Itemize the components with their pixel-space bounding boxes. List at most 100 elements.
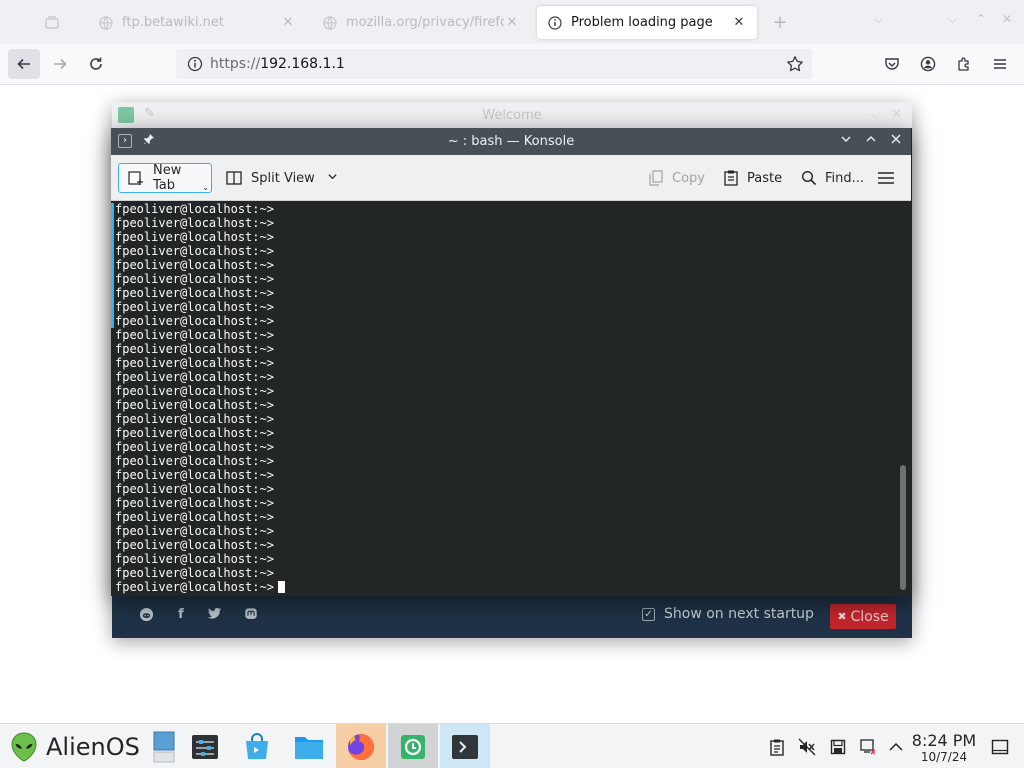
firefox-taskbar-item[interactable]	[336, 724, 386, 768]
list-all-tabs-icon[interactable]: ⌵	[874, 12, 883, 27]
terminal-prompt-line: fpeoliver@localhost:~>	[115, 510, 285, 524]
search-icon	[801, 170, 817, 186]
prompt-text: fpeoliver@localhost:~>	[115, 356, 274, 370]
new-tab-button[interactable]: +	[768, 6, 792, 39]
clock[interactable]: 8:24 PM 10/7/24	[908, 732, 980, 765]
welcome-titlebar[interactable]: ✎ Welcome ⌵ ✕	[112, 102, 912, 128]
welcome-title: Welcome	[482, 107, 542, 123]
close-tab-icon[interactable]: ✕	[504, 15, 520, 30]
konsole-titlebar[interactable]: › ~ : bash — Konsole	[111, 128, 911, 155]
app-menu-button[interactable]	[984, 49, 1016, 79]
close-window-icon[interactable]: ✕	[1002, 12, 1012, 26]
terminal-prompt-line: fpeoliver@localhost:~>	[115, 482, 285, 496]
terminal-prompt-line: fpeoliver@localhost:~>	[115, 552, 285, 566]
network-disconnected-icon[interactable]	[858, 737, 878, 757]
desktop-pager[interactable]	[148, 724, 180, 768]
terminal-prompt-line: fpeoliver@localhost:~>	[115, 300, 285, 314]
terminal-prompt-line: fpeoliver@localhost:~>	[115, 426, 285, 440]
reddit-icon[interactable]	[137, 607, 155, 626]
close-icon[interactable]: ✕	[891, 107, 902, 122]
konsole-taskbar-item[interactable]	[440, 724, 490, 768]
storage-icon[interactable]	[828, 737, 848, 757]
terminal-prompt-line: fpeoliver@localhost:~>	[115, 538, 285, 552]
prompt-text: fpeoliver@localhost:~>	[115, 538, 274, 552]
firefox-view-icon	[45, 15, 59, 29]
welcome-close-button[interactable]: ✖ Close	[830, 604, 896, 629]
welcome-app-icon	[401, 734, 425, 759]
new-tab-label: New Tab	[153, 163, 182, 193]
hamburger-menu-button[interactable]	[871, 163, 901, 193]
taskbar: AlienOS 8:24 PM 10/7/24	[0, 723, 1024, 768]
close-tab-icon[interactable]: ✕	[731, 15, 747, 30]
scrollback-marker	[111, 203, 114, 328]
maximize-icon[interactable]: ⌃	[976, 12, 986, 26]
browser-tab-strip: ftp.betawiki.net ✕ mozilla.org/privacy/f…	[0, 0, 1024, 44]
prompt-text: fpeoliver@localhost:~>	[115, 426, 274, 440]
application-launcher[interactable]: AlienOS	[10, 730, 140, 764]
file-manager-launcher[interactable]	[284, 724, 334, 768]
discover-launcher[interactable]	[232, 724, 282, 768]
maximize-icon[interactable]	[862, 133, 880, 151]
terminal-prompt-line: fpeoliver@localhost:~>	[115, 202, 285, 216]
copy-button[interactable]: Copy	[640, 163, 713, 193]
close-x-icon: ✖	[837, 610, 847, 623]
reload-button[interactable]	[80, 49, 112, 79]
bookmark-star-icon[interactable]	[786, 55, 804, 77]
show-on-startup-checkbox[interactable]: ✓ Show on next startup	[642, 606, 814, 622]
find-button[interactable]: Find...	[793, 163, 872, 193]
prompt-text: fpeoliver@localhost:~>	[115, 412, 274, 426]
checkbox-icon: ✓	[642, 607, 655, 621]
twitter-icon[interactable]	[206, 607, 224, 624]
info-icon	[547, 15, 563, 31]
mastodon-icon[interactable]	[242, 607, 260, 625]
minimize-icon[interactable]: ⌵	[948, 12, 957, 27]
globe-icon	[322, 15, 338, 31]
welcome-taskbar-item[interactable]	[388, 724, 438, 768]
paste-button[interactable]: Paste	[715, 163, 790, 193]
terminal-prompt-line: fpeoliver@localhost:~>	[115, 272, 285, 286]
tab-ftp-betawiki[interactable]: ftp.betawiki.net ✕	[88, 6, 306, 39]
url-bar[interactable]: https://192.168.1.1	[176, 49, 812, 79]
prompt-text: fpeoliver@localhost:~>	[115, 580, 274, 594]
terminal-area[interactable]: fpeoliver@localhost:~> fpeoliver@localhos…	[111, 201, 911, 596]
prompt-text: fpeoliver@localhost:~>	[115, 454, 274, 468]
terminal-prompt-line: fpeoliver@localhost:~>	[115, 258, 285, 272]
pocket-button[interactable]	[876, 49, 908, 79]
system-settings-launcher[interactable]	[180, 724, 230, 768]
tab-problem-loading[interactable]: Problem loading page ✕	[537, 6, 757, 39]
close-tab-icon[interactable]: ✕	[280, 15, 296, 30]
back-button[interactable]	[8, 49, 40, 79]
menu-icon	[994, 59, 1006, 69]
new-tab-button[interactable]: New Tab ⌄	[118, 163, 212, 193]
konsole-title: ~ : bash — Konsole	[447, 134, 575, 149]
tray-expand-icon[interactable]	[886, 737, 906, 757]
tab-label: mozilla.org/privacy/firefox	[346, 15, 504, 30]
terminal-prompt-line: fpeoliver@localhost:~>	[115, 412, 285, 426]
terminal-prompt-line: fpeoliver@localhost:~>	[115, 314, 285, 328]
prompt-text: fpeoliver@localhost:~>	[115, 202, 274, 216]
volume-muted-icon[interactable]	[797, 737, 817, 757]
paste-label: Paste	[747, 170, 783, 186]
minimize-icon[interactable]: ⌵	[870, 107, 880, 122]
menu-icon	[878, 172, 894, 184]
close-icon[interactable]	[887, 133, 905, 151]
show-desktop-icon[interactable]	[990, 737, 1010, 757]
minimize-icon[interactable]	[837, 133, 855, 151]
facebook-icon[interactable]: f	[172, 607, 190, 622]
clipboard-icon[interactable]	[767, 737, 787, 757]
prompt-text: fpeoliver@localhost:~>	[115, 552, 274, 566]
terminal-prompt-line: fpeoliver@localhost:~>	[115, 566, 285, 580]
terminal-prompt-line: fpeoliver@localhost:~>	[115, 524, 285, 538]
site-info-icon[interactable]	[187, 56, 203, 76]
tab-mozilla-privacy[interactable]: mozilla.org/privacy/firefox ✕	[312, 6, 530, 39]
prompt-text: fpeoliver@localhost:~>	[115, 314, 274, 328]
firefox-view-button[interactable]	[44, 6, 62, 39]
split-view-button[interactable]: Split View	[217, 163, 346, 193]
konsole-icon	[452, 734, 478, 759]
terminal-scrollbar[interactable]	[900, 465, 906, 590]
forward-button[interactable]	[44, 49, 76, 79]
prompt-text: fpeoliver@localhost:~>	[115, 566, 274, 580]
extensions-button[interactable]	[948, 49, 980, 79]
terminal-prompt-line: fpeoliver@localhost:~>	[115, 384, 285, 398]
account-button[interactable]	[912, 49, 944, 79]
